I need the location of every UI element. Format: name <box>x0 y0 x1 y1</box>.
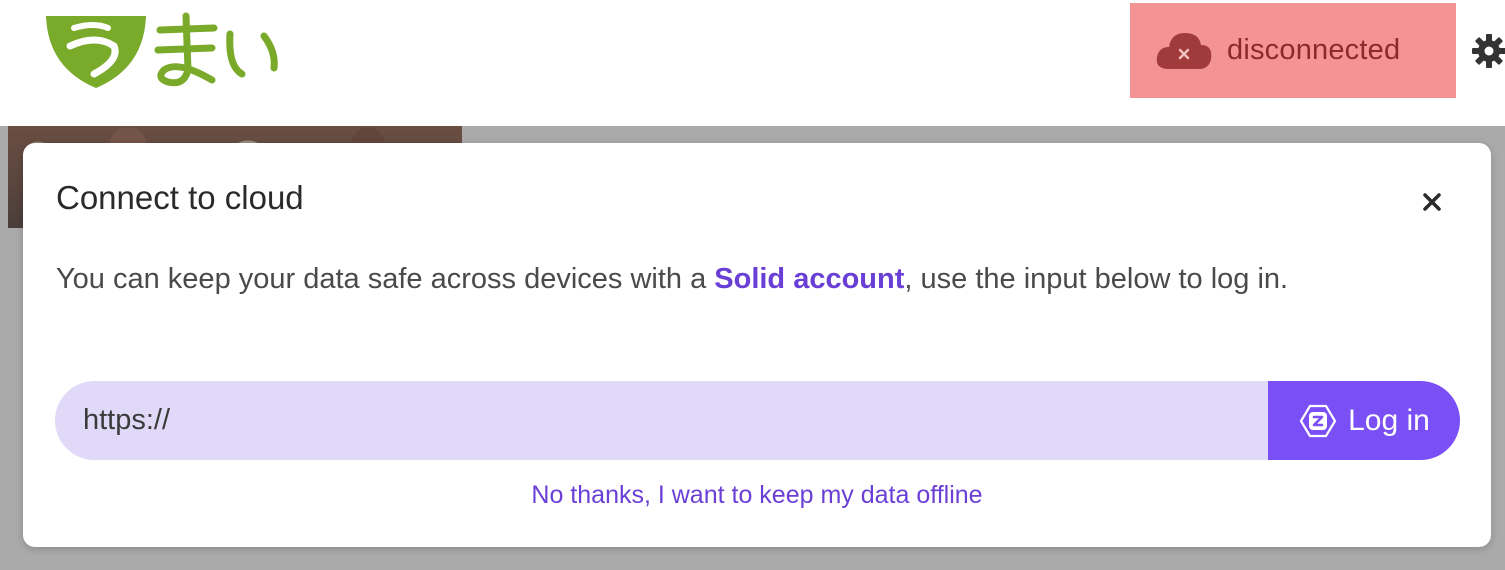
solid-account-link[interactable]: Solid account <box>714 263 904 295</box>
close-icon[interactable] <box>1415 185 1449 219</box>
login-button[interactable]: Log in <box>1268 381 1460 460</box>
connect-cloud-modal: Connect to cloud You can keep your data … <box>23 143 1491 547</box>
app-logo[interactable] <box>44 8 284 94</box>
header: disconnected <box>0 0 1505 126</box>
description-text-before: You can keep your data safe across devic… <box>56 263 715 295</box>
connection-status-badge[interactable]: disconnected <box>1130 3 1456 98</box>
description-text-after: , use the input below to log in. <box>904 263 1289 295</box>
solid-icon <box>1299 404 1337 437</box>
pod-url-input[interactable] <box>55 381 1268 460</box>
modal-title: Connect to cloud <box>56 179 304 216</box>
modal-description: You can keep your data safe across devic… <box>56 245 1466 313</box>
login-form: Log in <box>55 381 1460 460</box>
cloud-x-icon <box>1156 32 1212 69</box>
login-button-label: Log in <box>1348 403 1430 437</box>
gear-icon[interactable] <box>1470 32 1505 70</box>
connection-status-label: disconnected <box>1227 34 1401 66</box>
app-root: disconnected Connect to cloud You can ke… <box>0 0 1505 570</box>
keep-offline-link[interactable]: No thanks, I want to keep my data offlin… <box>23 481 1491 510</box>
